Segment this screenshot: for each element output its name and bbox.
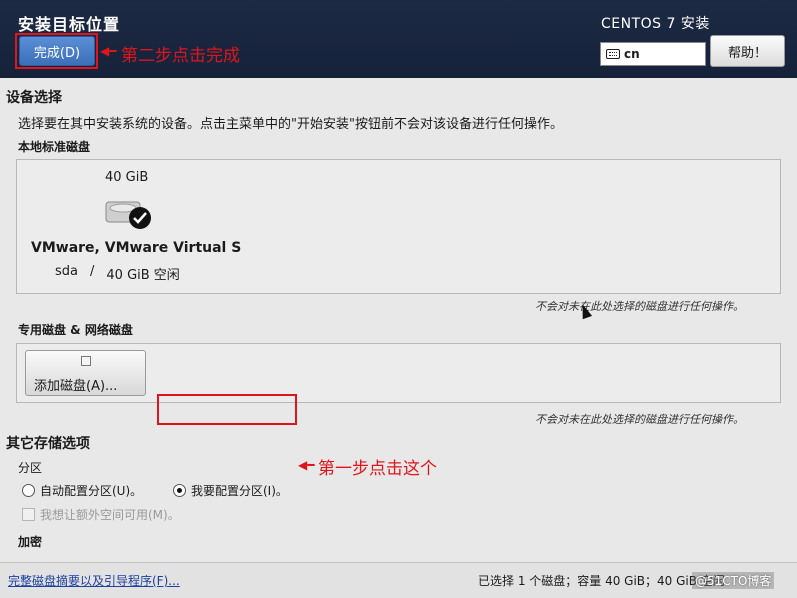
annotation-step1: 第一步点击这个 xyxy=(318,459,437,479)
other-storage-title: 其它存储选项 xyxy=(6,436,90,452)
product-name: CENTOS 7 安装 xyxy=(601,16,710,32)
footer-bar: 完整磁盘摘要以及引导程序(F)... 已选择 1 个磁盘；容量 40 GiB；4… xyxy=(0,562,797,598)
disk-sda[interactable]: 40 GiB VMware, VMware Virtual S sda / 40… xyxy=(17,160,257,293)
auto-partition-label: 自动配置分区(U)。 xyxy=(40,484,143,498)
annotation-arrow-icon: ◀━ xyxy=(298,458,315,472)
help-button[interactable]: 帮助！ xyxy=(710,35,785,67)
device-selection-description: 选择要在其中安装系统的设备。点击主菜单中的"开始安装"按钮前不会对该设备进行任何… xyxy=(18,117,563,132)
disk-size: 40 GiB xyxy=(105,170,149,185)
extra-space-option[interactable]: 我想让额外空间可用(M)。 xyxy=(22,506,180,523)
disk-add-icon xyxy=(81,356,91,366)
disk-name: VMware, VMware Virtual S xyxy=(31,240,242,256)
partition-label: 分区 xyxy=(18,461,43,475)
keyboard-layout-indicator[interactable]: cn xyxy=(600,42,706,66)
extra-space-label: 我想让额外空间可用(M)。 xyxy=(40,508,180,522)
add-disk-label: 添加磁盘(A)... xyxy=(34,379,118,394)
keyboard-icon xyxy=(606,49,620,59)
add-disk-button[interactable]: 添加磁盘(A)... xyxy=(25,350,146,396)
auto-partition-radio[interactable] xyxy=(22,484,35,497)
disk-device: sda xyxy=(55,264,78,279)
annotation-arrow-icon: ◀━ xyxy=(100,44,117,58)
device-selection-title: 设备选择 xyxy=(6,90,62,106)
annotation-step2: 第二步点击完成 xyxy=(121,46,240,66)
manual-partition-radio[interactable] xyxy=(173,484,186,497)
hard-disk-icon xyxy=(105,201,151,229)
selection-status: 已选择 1 个磁盘；容量 40 GiB；40 GiB 空闲 xyxy=(478,574,725,588)
manual-partition-label: 我要配置分区(I)。 xyxy=(191,484,288,498)
disk-free: 40 GiB 空闲 xyxy=(106,268,180,283)
special-disks-hint: 不会对未在此处选择的磁盘进行任何操作。 xyxy=(535,413,744,426)
full-disk-summary-link[interactable]: 完整磁盘摘要以及引导程序(F)... xyxy=(8,572,180,589)
local-disks-label: 本地标准磁盘 xyxy=(18,140,91,154)
page-title: 安装目标位置 xyxy=(18,15,121,34)
special-disks-label: 专用磁盘 & 网络磁盘 xyxy=(18,323,133,337)
annotation-highlight-done xyxy=(15,33,98,69)
encryption-label: 加密 xyxy=(18,535,43,549)
auto-partition-option[interactable]: 自动配置分区(U)。 xyxy=(22,482,142,499)
local-disks-panel: 40 GiB VMware, VMware Virtual S sda / 40… xyxy=(16,159,781,294)
local-disks-hint: 不会对未在此处选择的磁盘进行任何操作。 xyxy=(535,300,744,313)
watermark: @51CTO博客 xyxy=(692,572,775,589)
main-content: 设备选择 选择要在其中安装系统的设备。点击主菜单中的"开始安装"按钮前不会对该设… xyxy=(0,78,797,563)
header-bar: 安装目标位置 完成(D) ◀━ 第二步点击完成 CENTOS 7 安装 cn 帮… xyxy=(0,0,797,78)
annotation-highlight-manual xyxy=(157,394,297,425)
extra-space-checkbox[interactable] xyxy=(22,508,35,521)
disk-separator: / xyxy=(90,264,95,279)
manual-partition-option[interactable]: 我要配置分区(I)。 xyxy=(173,482,288,499)
disk-detail: sda / 40 GiB 空闲 xyxy=(55,264,180,283)
keyboard-layout-label: cn xyxy=(624,47,640,61)
